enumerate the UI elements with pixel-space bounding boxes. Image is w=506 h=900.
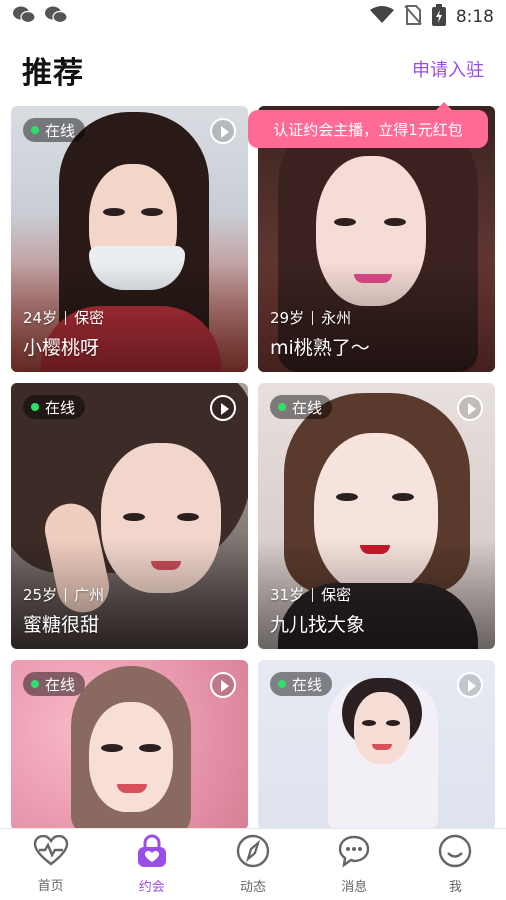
online-dot-icon xyxy=(31,403,39,411)
divider xyxy=(312,587,314,602)
divider xyxy=(65,310,67,325)
profile-card[interactable]: 在线 25岁 广州 蜜糖很甜 xyxy=(11,383,248,649)
lock-heart-icon xyxy=(135,834,169,872)
online-badge: 在线 xyxy=(270,672,333,696)
bottom-tab-bar: 首页 约会 动态 消息 我 xyxy=(0,828,506,900)
online-dot-icon xyxy=(31,126,39,134)
location: 永州 xyxy=(321,309,352,327)
tab-label: 我 xyxy=(448,880,462,895)
play-icon[interactable] xyxy=(210,395,236,421)
page-title: 推荐 xyxy=(22,56,84,91)
profile-card[interactable]: 在线 xyxy=(11,660,248,830)
location: 保密 xyxy=(74,309,105,327)
online-badge: 在线 xyxy=(270,395,333,419)
age: 24岁 xyxy=(23,309,58,327)
header: 推荐 申请入驻 xyxy=(0,34,506,102)
heartbeat-icon xyxy=(33,834,69,871)
online-dot-icon xyxy=(278,680,286,688)
tab-me[interactable]: 我 xyxy=(405,829,506,900)
tab-label: 动态 xyxy=(240,880,267,895)
play-icon[interactable] xyxy=(210,118,236,144)
battery-charging-icon xyxy=(431,4,446,30)
tab-label: 消息 xyxy=(341,880,368,895)
online-label: 在线 xyxy=(45,121,76,140)
divider xyxy=(312,310,314,325)
play-icon[interactable] xyxy=(457,395,483,421)
smile-icon xyxy=(438,834,472,872)
nickname: 小樱桃呀 xyxy=(23,337,100,359)
nickname: 蜜糖很甜 xyxy=(23,614,100,636)
wechat-icon xyxy=(12,5,36,29)
online-label: 在线 xyxy=(45,675,76,694)
card-meta: 29岁 永州 xyxy=(270,307,351,328)
tab-moments[interactable]: 动态 xyxy=(202,829,303,900)
nickname: mi桃熟了～ xyxy=(270,337,370,359)
online-label: 在线 xyxy=(292,398,323,417)
profile-card[interactable]: 在线 31岁 保密 九儿找大象 xyxy=(258,383,495,649)
profile-card[interactable]: 在线 xyxy=(258,660,495,830)
age: 25岁 xyxy=(23,586,58,604)
card-meta: 25岁 广州 xyxy=(23,584,104,605)
status-time: 8:18 xyxy=(455,7,494,27)
chat-bubble-icon xyxy=(337,834,371,872)
location: 广州 xyxy=(74,586,105,604)
profile-card[interactable]: 在线 24岁 保密 小樱桃呀 xyxy=(11,106,248,372)
status-bar: 8:18 xyxy=(0,0,506,34)
compass-icon xyxy=(236,834,270,872)
online-dot-icon xyxy=(278,403,286,411)
card-meta: 31岁 保密 xyxy=(270,584,351,605)
wifi-icon xyxy=(369,6,394,28)
age: 29岁 xyxy=(270,309,305,327)
online-dot-icon xyxy=(31,680,39,688)
apply-join-link[interactable]: 申请入驻 xyxy=(412,56,484,82)
online-badge: 在线 xyxy=(23,118,86,142)
promo-tooltip[interactable]: 认证约会主播，立得1元红包 xyxy=(248,102,488,148)
status-left xyxy=(12,5,68,29)
divider xyxy=(65,587,67,602)
no-sim-icon xyxy=(404,5,422,29)
tab-home[interactable]: 首页 xyxy=(0,829,101,900)
card-meta: 24岁 保密 xyxy=(23,307,104,328)
status-right: 8:18 xyxy=(369,4,494,30)
wechat-icon xyxy=(44,5,68,29)
age: 31岁 xyxy=(270,586,305,604)
location: 保密 xyxy=(321,586,352,604)
online-badge: 在线 xyxy=(23,672,86,696)
online-badge: 在线 xyxy=(23,395,86,419)
tab-messages[interactable]: 消息 xyxy=(304,829,405,900)
play-icon[interactable] xyxy=(457,672,483,698)
play-icon[interactable] xyxy=(210,672,236,698)
nickname: 九儿找大象 xyxy=(270,614,366,636)
online-label: 在线 xyxy=(45,398,76,417)
online-label: 在线 xyxy=(292,675,323,694)
tab-label: 首页 xyxy=(37,879,64,894)
tab-label: 约会 xyxy=(138,880,165,895)
tab-dating[interactable]: 约会 xyxy=(101,829,202,900)
